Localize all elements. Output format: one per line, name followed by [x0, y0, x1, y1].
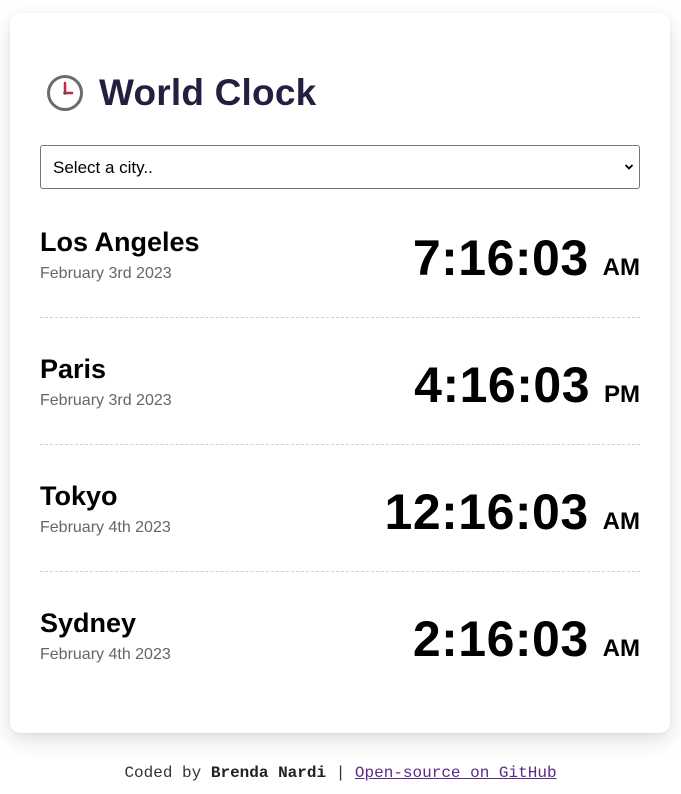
city-list: Los Angeles February 3rd 2023 7:16:03 AM…: [40, 191, 640, 698]
time-period: AM: [602, 635, 640, 662]
city-name: Los Angeles: [40, 227, 200, 257]
header: World Clock: [46, 71, 316, 115]
city-date: February 4th 2023: [40, 519, 171, 536]
page-title: World Clock: [99, 72, 317, 113]
time-period: AM: [602, 508, 640, 535]
time-value: 7:16:03: [412, 230, 589, 286]
city-name: Paris: [40, 354, 107, 384]
city-select[interactable]: Select a city..: [40, 145, 640, 189]
footer-author: Brenda Nardi: [210, 764, 327, 782]
city-time: 12:16:03 AM: [385, 483, 640, 541]
city-date: February 3rd 2023: [40, 265, 172, 282]
city-row-paris: Paris February 3rd 2023 4:16:03 PM: [40, 318, 640, 445]
time-period: PM: [604, 381, 640, 408]
time-value: 12:16:03: [384, 484, 589, 540]
footer-prefix: Coded by: [124, 764, 202, 782]
clock-icon: [46, 74, 84, 112]
city-time: 4:16:03 PM: [414, 356, 640, 414]
time-value: 2:16:03: [412, 611, 589, 667]
city-row-los-angeles: Los Angeles February 3rd 2023 7:16:03 AM: [40, 191, 640, 318]
city-name: Tokyo: [40, 481, 118, 511]
city-time: 2:16:03 AM: [413, 610, 640, 668]
city-select-wrapper: Select a city..: [40, 145, 640, 189]
footer: Coded by Brenda Nardi | Open-source on G…: [0, 764, 681, 782]
city-date: February 4th 2023: [40, 646, 171, 663]
time-value: 4:16:03: [414, 357, 590, 413]
city-name: Sydney: [40, 608, 137, 638]
world-clock-card: World Clock Select a city.. Los Angeles …: [10, 13, 670, 733]
city-row-sydney: Sydney February 4th 2023 2:16:03 AM: [40, 572, 640, 698]
city-row-tokyo: Tokyo February 4th 2023 12:16:03 AM: [40, 445, 640, 572]
github-link[interactable]: Open-source on GitHub: [355, 764, 557, 782]
city-date: February 3rd 2023: [40, 392, 172, 409]
city-time: 7:16:03 AM: [413, 229, 640, 287]
footer-separator: |: [335, 764, 346, 782]
time-period: AM: [602, 254, 640, 281]
